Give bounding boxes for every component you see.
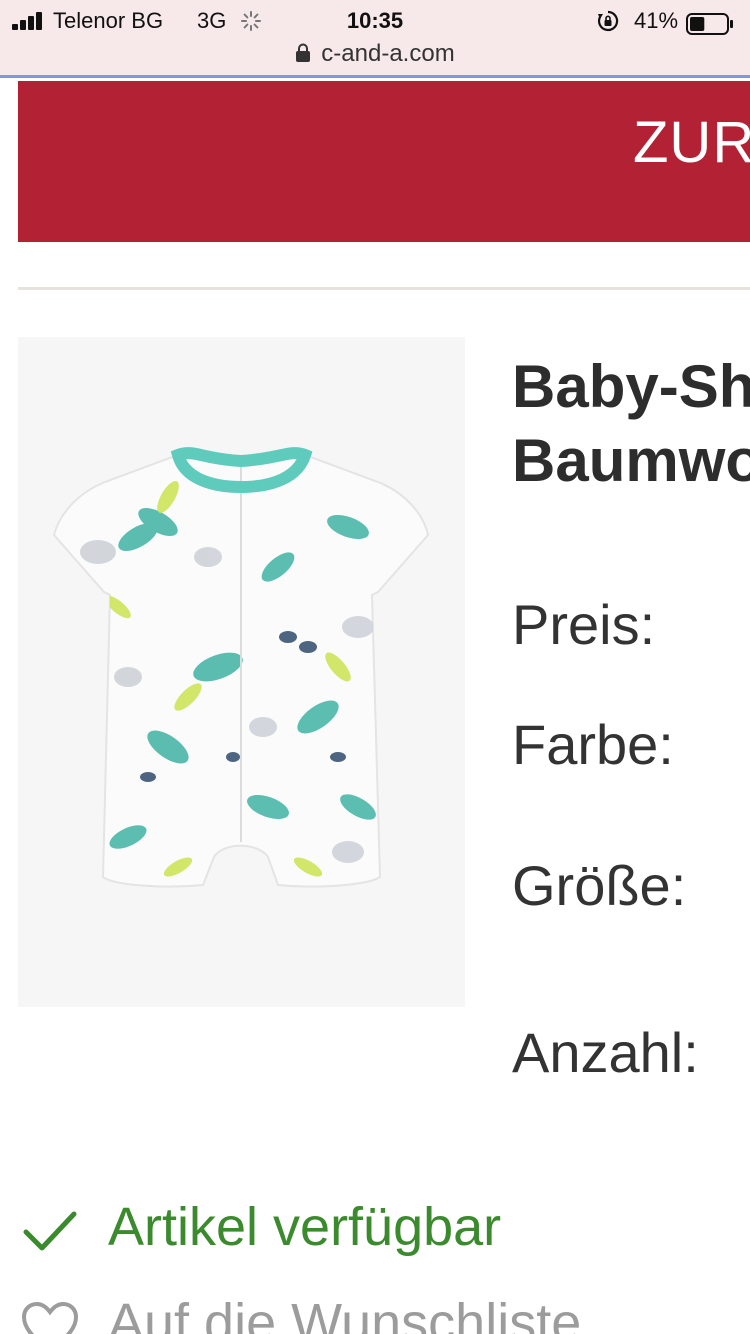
- address-bar[interactable]: c-and-a.com: [0, 40, 750, 70]
- padlock-icon: [296, 43, 311, 62]
- battery-percentage: 41%: [634, 8, 679, 33]
- rotation-lock-icon: [597, 10, 619, 32]
- quantity-label: Anzahl:: [512, 1021, 699, 1084]
- availability-text: Artikel verfügbar: [108, 1197, 502, 1257]
- product-title-line-2: Baumwo: [512, 427, 750, 494]
- product-title: Baby-Sh Baumwo: [512, 350, 750, 498]
- product-title-line-1: Baby-Sh: [512, 353, 750, 420]
- product-image[interactable]: [18, 337, 465, 1007]
- color-label: Farbe:: [512, 713, 674, 776]
- price-label: Preis:: [512, 593, 656, 656]
- status-bar: Telenor BG 3G 10:35 41% c-and-a.com: [0, 0, 750, 78]
- baby-romper-image: [52, 447, 430, 888]
- heart-icon: [21, 1301, 79, 1334]
- checkmark-icon: [23, 1211, 77, 1251]
- promo-banner[interactable]: ZUR: [18, 81, 750, 242]
- url-text: c-and-a.com: [321, 40, 455, 67]
- wishlist-text: Auf die Wunschliste: [108, 1293, 582, 1334]
- banner-text: ZUR: [633, 110, 750, 175]
- battery-icon: [686, 13, 733, 35]
- divider: [18, 287, 750, 290]
- size-label: Größe:: [512, 854, 687, 917]
- status-row: Telenor BG 3G 10:35 41%: [0, 6, 750, 36]
